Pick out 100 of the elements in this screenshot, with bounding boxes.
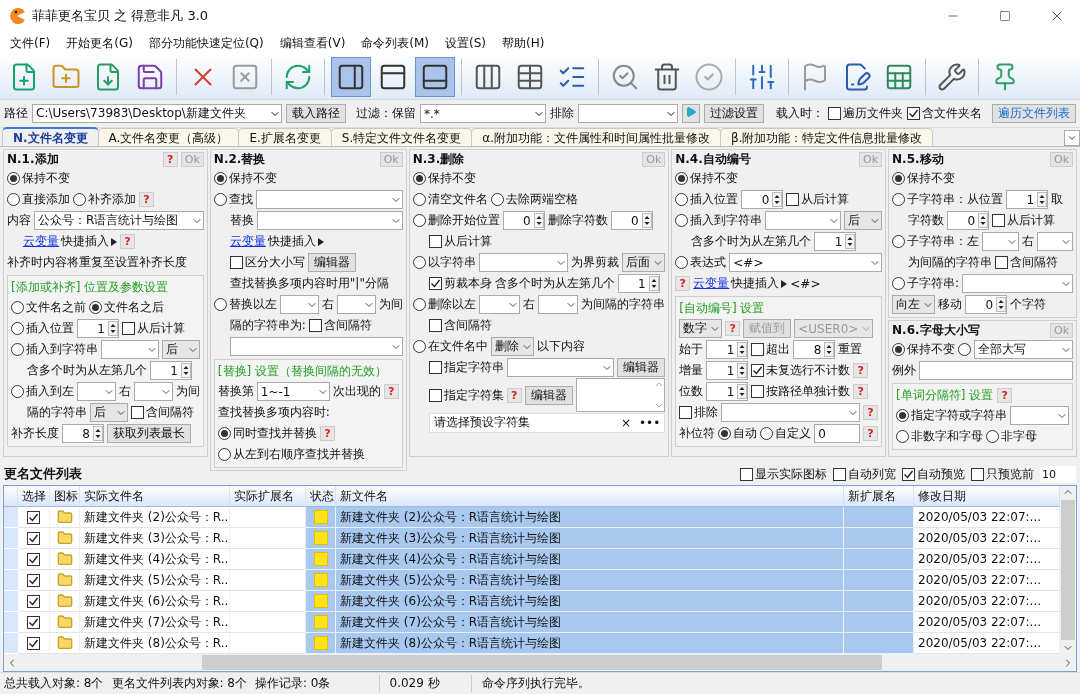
- menu-item[interactable]: 文件(F): [2, 32, 59, 54]
- spin-box[interactable]: 0: [502, 211, 545, 230]
- checkbox[interactable]: [786, 193, 800, 206]
- variable-link[interactable]: 云变量: [693, 275, 730, 292]
- spin-box[interactable]: 1: [706, 361, 749, 380]
- checkbox[interactable]: [828, 107, 841, 120]
- spin-box[interactable]: 0: [947, 211, 990, 230]
- column-header[interactable]: 新文件名: [336, 486, 844, 507]
- radio-button[interactable]: [892, 172, 906, 185]
- checkbox[interactable]: [751, 343, 765, 356]
- radio-button[interactable]: [217, 427, 231, 440]
- radio-button[interactable]: [7, 172, 20, 185]
- spin-arrows-icon[interactable]: [978, 213, 989, 228]
- checkbox[interactable]: [428, 277, 442, 290]
- column-header[interactable]: 实际扩展名: [230, 486, 306, 507]
- push-button[interactable]: 编辑器: [307, 253, 356, 272]
- checkbox[interactable]: [428, 235, 442, 248]
- caret-right-icon[interactable]: [781, 279, 788, 288]
- radio-button[interactable]: [73, 193, 86, 206]
- help-button[interactable]: ?: [120, 234, 135, 249]
- help-button[interactable]: ?: [853, 384, 869, 399]
- spin-arrows-icon[interactable]: [737, 363, 748, 378]
- checkbox[interactable]: [833, 467, 846, 481]
- help-button[interactable]: ?: [383, 384, 399, 399]
- spin-box[interactable]: 1: [814, 232, 857, 251]
- input-field[interactable]: 10: [1040, 465, 1076, 483]
- spin-arrows-icon[interactable]: [824, 342, 835, 357]
- column-header[interactable]: 修改日期: [914, 486, 1060, 507]
- input-field[interactable]: [919, 361, 1073, 380]
- spin-arrows-icon[interactable]: [737, 384, 748, 399]
- dropdown[interactable]: <#>: [729, 253, 883, 272]
- checkbox[interactable]: [27, 636, 40, 650]
- checkbox[interactable]: [428, 388, 442, 402]
- scrollbar-thumb[interactable]: [1061, 500, 1075, 640]
- checkbox[interactable]: [428, 319, 442, 332]
- help-button[interactable]: ?: [675, 276, 691, 291]
- radio-button[interactable]: [213, 193, 227, 206]
- menu-item[interactable]: 设置(S): [437, 32, 495, 54]
- spin-box[interactable]: 1: [150, 361, 192, 380]
- radio-button[interactable]: [958, 343, 972, 356]
- help-button[interactable]: ?: [863, 405, 879, 420]
- radio-button[interactable]: [11, 322, 24, 335]
- column-header[interactable]: 选择: [18, 486, 50, 507]
- spin-arrows-icon[interactable]: [648, 276, 659, 291]
- help-button[interactable]: ?: [506, 387, 522, 403]
- dropdown[interactable]: 后: [844, 211, 883, 230]
- dropdown[interactable]: 向左: [892, 295, 936, 314]
- spin-arrows-icon[interactable]: [845, 234, 856, 249]
- column-header[interactable]: 图标: [50, 486, 80, 507]
- dropdown[interactable]: 后: [161, 340, 200, 359]
- spin-arrows-icon[interactable]: [996, 297, 1007, 312]
- spin-arrows-icon[interactable]: [93, 426, 103, 441]
- checkbox[interactable]: [971, 467, 984, 481]
- tab[interactable]: E.扩展名变更: [238, 128, 332, 146]
- radio-button[interactable]: [213, 172, 227, 185]
- horizontal-scrollbar[interactable]: [4, 654, 1076, 671]
- variable-link[interactable]: 云变量: [23, 233, 59, 250]
- radio-button[interactable]: [892, 193, 906, 206]
- spin-box[interactable]: 8: [793, 340, 836, 359]
- dropdown[interactable]: 全部大写: [974, 340, 1073, 359]
- radio-button[interactable]: [217, 448, 231, 461]
- checkbox[interactable]: [428, 361, 442, 374]
- spin-arrows-icon[interactable]: [108, 321, 118, 336]
- checkbox[interactable]: [27, 573, 40, 587]
- radio-button[interactable]: [760, 427, 774, 440]
- menu-item[interactable]: 编辑查看(V): [271, 32, 354, 54]
- dropdown[interactable]: 后面: [622, 253, 666, 272]
- radio-button[interactable]: [675, 214, 689, 227]
- radio-button[interactable]: [675, 256, 689, 269]
- spin-box[interactable]: 1: [617, 274, 660, 293]
- help-button[interactable]: ?: [139, 192, 154, 207]
- menu-item[interactable]: 部分功能快速定位(Q): [140, 32, 272, 54]
- traverse-list-button[interactable]: 遍历文件列表: [992, 104, 1076, 123]
- dropdown[interactable]: 删除: [490, 337, 534, 356]
- spin-arrows-icon[interactable]: [772, 192, 783, 207]
- spin-box[interactable]: 8: [62, 424, 104, 443]
- spin-box[interactable]: 0: [741, 190, 784, 209]
- vertical-scrollbar[interactable]: [1060, 486, 1076, 654]
- help-button[interactable]: ?: [997, 387, 1013, 403]
- push-button[interactable]: 获取列表最长: [107, 424, 191, 443]
- tab[interactable]: β.附加功能：特定文件信息批量修改: [720, 128, 934, 146]
- radio-button[interactable]: [412, 193, 426, 206]
- checkbox[interactable]: [27, 615, 40, 629]
- radio-button[interactable]: [675, 172, 689, 185]
- clear-button[interactable]: ×: [620, 415, 632, 430]
- checkbox[interactable]: [902, 467, 915, 481]
- help-button[interactable]: ?: [863, 426, 879, 441]
- help-button[interactable]: ?: [162, 152, 178, 167]
- spin-box[interactable]: 1: [706, 340, 749, 359]
- menu-item[interactable]: 帮助(H): [494, 32, 553, 54]
- tab[interactable]: α.附加功能：文件属性和时间属性批量修改: [471, 128, 721, 146]
- radio-button[interactable]: [896, 430, 910, 443]
- caret-right-icon[interactable]: [111, 237, 117, 246]
- radio-button[interactable]: [412, 172, 426, 185]
- checkbox[interactable]: [751, 364, 765, 377]
- radio-button[interactable]: [412, 256, 426, 269]
- checkbox[interactable]: [27, 594, 40, 608]
- column-header[interactable]: 状态: [306, 486, 336, 507]
- radio-button[interactable]: [718, 427, 732, 440]
- help-button[interactable]: ?: [725, 321, 741, 336]
